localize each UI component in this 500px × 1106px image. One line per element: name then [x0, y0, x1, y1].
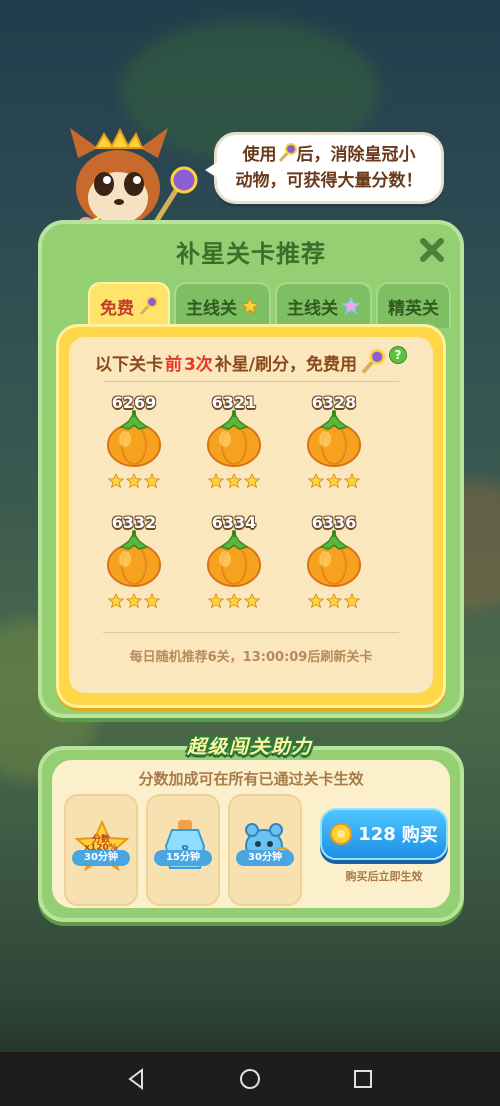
boost-title: 超级闯关助力	[186, 736, 313, 758]
recommend-panel: 补星关卡推荐 免费 主线关 主线关 精英关 以下关卡 前 3次 补星/刷分，免费…	[38, 220, 464, 718]
star-icon	[308, 473, 324, 489]
level-item[interactable]: 6269	[89, 393, 179, 503]
star-icon	[208, 473, 224, 489]
tab-label: 免费	[100, 298, 134, 319]
tab-main-gold[interactable]: 主线关	[174, 282, 271, 328]
tab-elite[interactable]: 精英关	[376, 282, 451, 328]
scepter-icon	[361, 349, 386, 374]
boost-duration: 30分钟	[72, 850, 130, 866]
persimmon-icon	[307, 530, 361, 587]
persimmon-icon	[107, 530, 161, 587]
help-icon[interactable]: ?	[389, 346, 408, 364]
star-icon	[344, 593, 360, 609]
hint-text-part: 使用	[242, 145, 277, 165]
scepter-icon	[139, 296, 158, 316]
back-icon[interactable]	[125, 1067, 149, 1091]
level-item[interactable]: 6336	[289, 513, 379, 623]
gold-star-icon	[241, 297, 259, 315]
home-icon[interactable]	[238, 1067, 262, 1091]
tab-label: 精英关	[388, 298, 439, 319]
level-stars	[289, 593, 379, 609]
level-stars	[89, 593, 179, 609]
tab-main-rainbow[interactable]: 主线关	[275, 282, 372, 328]
star-icon	[226, 473, 242, 489]
star-icon	[108, 593, 124, 609]
star-icon	[326, 473, 342, 489]
scepter-icon	[278, 143, 297, 163]
close-icon[interactable]	[418, 236, 446, 264]
tab-free[interactable]: 免费	[88, 282, 170, 328]
star-icon	[144, 473, 160, 489]
level-list-inner: 以下关卡 前 3次 补星/刷分，免费用 ? 6269 6321 6328 6332 63…	[69, 337, 433, 693]
potion-bottle-icon: 8	[164, 820, 206, 869]
star-icon	[326, 593, 342, 609]
free-notice: 以下关卡 前 3次 补星/刷分，免费用 ?	[69, 346, 433, 375]
persimmon-icon	[207, 410, 261, 467]
divider	[103, 632, 399, 633]
star-icon	[226, 593, 242, 609]
level-item[interactable]: 6321	[189, 393, 279, 503]
level-list-frame: 以下关卡 前 3次 补星/刷分，免费用 ? 6269 6321 6328 6332 63…	[56, 324, 446, 708]
rainbow-star-icon	[342, 297, 360, 315]
level-item[interactable]: 6334	[189, 513, 279, 623]
level-stars	[189, 473, 279, 489]
hint-text-part: 后，消除皇冠小	[296, 145, 416, 165]
boost-panel: 分数加成可在所有已通过关卡生效 分数 x120% 30分钟 8 15分钟	[38, 746, 464, 922]
boost-subtitle: 分数加成可在所有已通过关卡生效	[138, 770, 364, 788]
star-icon	[244, 593, 260, 609]
buy-price: 128	[358, 823, 396, 845]
level-item[interactable]: 6328	[289, 393, 379, 503]
level-item[interactable]: 6332	[89, 513, 179, 623]
tab-bar: 免费 主线关 主线关 精英关	[88, 282, 452, 328]
recents-icon[interactable]	[351, 1067, 375, 1091]
persimmon-icon	[207, 530, 261, 587]
boost-bottle[interactable]: 8 15分钟	[146, 794, 220, 906]
persimmon-icon	[107, 410, 161, 467]
star-icon	[144, 593, 160, 609]
notice-highlight: 前	[164, 354, 182, 375]
star-icon	[126, 473, 142, 489]
tab-label: 主线关	[186, 298, 237, 319]
level-grid: 6269 6321 6328 6332 6334 6336	[89, 393, 419, 633]
notice-text: 补星/刷分，免费用	[214, 354, 358, 375]
star-icon	[344, 473, 360, 489]
persimmon-icon	[307, 410, 361, 467]
tab-label: 主线关	[287, 298, 338, 319]
level-stars	[289, 473, 379, 489]
star-icon	[244, 473, 260, 489]
hint-text: 使用 后，消除皇冠小 动物，可获得大量分数！	[236, 142, 423, 194]
coin-icon	[330, 823, 353, 845]
panel-title: 补星关卡推荐	[176, 240, 326, 268]
boost-score-multiplier[interactable]: 分数 x120% 30分钟	[64, 794, 138, 906]
boost-inner: 分数加成可在所有已通过关卡生效 分数 x120% 30分钟 8 15分钟	[52, 760, 450, 908]
hint-speech-bubble: 使用 后，消除皇冠小 动物，可获得大量分数！	[205, 132, 444, 204]
buy-button[interactable]: 128 购买	[320, 808, 448, 860]
level-stars	[89, 473, 179, 489]
boost-duration: 15分钟	[154, 850, 212, 866]
boost-creature[interactable]: 30分钟	[228, 794, 302, 906]
level-stars	[189, 593, 279, 609]
star-icon	[126, 593, 142, 609]
star-icon	[108, 473, 124, 489]
star-icon	[208, 593, 224, 609]
star-icon	[308, 593, 324, 609]
buy-note: 购买后立即生效	[345, 870, 423, 883]
system-nav-bar	[0, 1052, 500, 1106]
boost-duration: 30分钟	[236, 850, 294, 866]
buy-label: 购买	[401, 825, 438, 846]
notice-text: 以下关卡	[94, 354, 163, 375]
divider	[103, 381, 399, 382]
hint-text-part: 动物，可获得大量分数！	[235, 171, 423, 191]
notice-highlight: 3次	[183, 354, 213, 375]
refresh-note: 每日随机推荐6关，13:00:09后刷新关卡	[129, 650, 373, 665]
